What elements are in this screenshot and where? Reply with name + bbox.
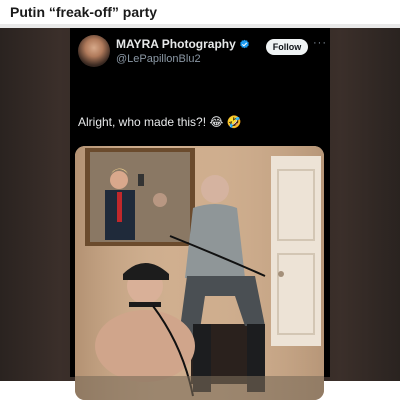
avatar[interactable] xyxy=(78,35,110,67)
tweet-image[interactable] xyxy=(75,146,324,400)
tweet-image-illustration xyxy=(75,146,324,400)
author-display-name[interactable]: MAYRA Photography xyxy=(116,37,236,51)
door-knob xyxy=(278,271,284,277)
more-options-icon[interactable]: ··· xyxy=(313,37,327,49)
follow-button[interactable]: Follow xyxy=(266,39,308,55)
standing-man-head xyxy=(201,175,229,203)
embedded-tweet[interactable]: MAYRA Photography @LePapillonBlu2 Follow… xyxy=(70,28,330,400)
tweet-text: Alright, who made this?! 😂 🤣 xyxy=(78,115,242,129)
author-name-row[interactable]: MAYRA Photography xyxy=(116,37,250,51)
author-handle[interactable]: @LePapillonBlu2 xyxy=(116,53,201,65)
kneeling-man-body xyxy=(95,310,195,382)
verified-badge-icon xyxy=(239,39,249,48)
standing-man-shirt xyxy=(185,204,245,278)
post-title: Putin “freak-off” party xyxy=(10,4,158,20)
